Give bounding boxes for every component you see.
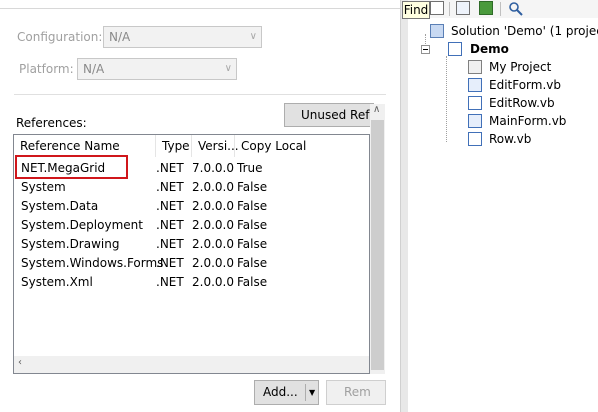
configuration-dropdown[interactable]: N/A ∨ [103, 26, 262, 48]
horizontal-scrollbar[interactable]: ‹ [14, 356, 369, 373]
section-separator [14, 94, 386, 95]
file-label: EditRow.vb [489, 96, 555, 110]
column-header-name[interactable]: Reference Name [14, 135, 156, 157]
reference-version: 7.0.0.0 [192, 161, 234, 175]
reference-copy-local: False [237, 275, 268, 289]
reference-copy-local: False [237, 256, 268, 270]
reference-copy-local: False [237, 237, 268, 251]
platform-dropdown[interactable]: N/A ∨ [77, 58, 237, 80]
reference-type: .NET [156, 218, 184, 232]
table-row[interactable]: System.Deployment .NET 2.0.0.0 False [14, 216, 369, 235]
reference-copy-local: False [237, 180, 268, 194]
table-row[interactable]: System.Windows.Forms .NET 2.0.0.0 False [14, 254, 369, 273]
reference-version: 2.0.0.0 [192, 218, 234, 232]
split-divider [305, 384, 306, 401]
tree-line [446, 56, 448, 142]
table-row[interactable]: System.Xml .NET 2.0.0.0 False [14, 273, 369, 292]
reference-type: .NET [156, 256, 184, 270]
reference-name: System [21, 180, 66, 194]
column-header-version[interactable]: Versi... [192, 135, 239, 157]
reference-type: .NET [156, 275, 184, 289]
tree-expander[interactable] [421, 45, 430, 54]
configuration-value: N/A [109, 30, 131, 44]
reference-version: 2.0.0.0 [192, 237, 234, 251]
column-header-copy-local[interactable]: Copy Local [235, 135, 369, 157]
file-label: Row.vb [489, 132, 532, 146]
vb-file-icon [468, 132, 482, 146]
chevron-down-icon[interactable]: ▼ [309, 381, 315, 404]
reference-name: System.Windows.Forms [21, 256, 164, 270]
reference-type: .NET [156, 237, 184, 251]
project-label: Demo [470, 42, 509, 56]
file-label: EditForm.vb [489, 78, 561, 92]
platform-value: N/A [83, 62, 105, 76]
top-divider [0, 8, 400, 9]
references-list[interactable]: Reference Name Type Versi... Copy Local … [13, 134, 370, 374]
reference-copy-local: False [237, 218, 268, 232]
chevron-up-icon[interactable]: ∧ [373, 104, 380, 115]
unused-references-button[interactable]: Unused Refe [284, 103, 374, 127]
platform-label: Platform: [19, 62, 74, 76]
table-row[interactable]: System.Drawing .NET 2.0.0.0 False [14, 235, 369, 254]
vertical-scrollbar[interactable]: ∧ [370, 104, 385, 374]
reference-name: System.Xml [21, 275, 93, 289]
highlight-box [15, 155, 128, 179]
solution-explorer: Find Solution 'Demo' (1 project) Demo My… [402, 0, 598, 412]
find-icon[interactable] [508, 1, 524, 17]
chevron-down-icon: ∨ [249, 31, 257, 42]
reference-version: 2.0.0.0 [192, 199, 234, 213]
project-properties-panel: Configuration: N/A ∨ Platform: N/A ∨ Unu… [0, 0, 400, 412]
form-file-icon [468, 78, 482, 92]
vb-file-icon [468, 96, 482, 110]
toolbar-divider [449, 2, 450, 16]
reference-type: .NET [156, 199, 184, 213]
reference-copy-local: False [237, 199, 268, 213]
reference-version: 2.0.0.0 [192, 275, 234, 289]
configuration-label: Configuration: [17, 30, 103, 44]
references-label: References: [16, 116, 87, 130]
chevron-down-icon: ∨ [224, 63, 232, 74]
toolbar-divider [500, 2, 501, 16]
table-row[interactable]: System.Data .NET 2.0.0.0 False [14, 197, 369, 216]
reference-type: .NET [156, 161, 184, 175]
reference-version: 2.0.0.0 [192, 180, 234, 194]
form-file-icon [468, 114, 482, 128]
scroll-thumb[interactable] [371, 120, 384, 370]
solution-explorer-toolbar [408, 0, 598, 18]
panel-splitter[interactable] [400, 0, 408, 412]
file-label: MainForm.vb [489, 114, 567, 128]
find-tooltip: Find [402, 1, 430, 19]
chevron-left-icon[interactable]: ‹ [18, 357, 22, 368]
solution-icon [430, 24, 444, 38]
show-all-files-icon[interactable] [456, 1, 470, 15]
my-project-icon [468, 60, 482, 74]
tree-view: Solution 'Demo' (1 project) Demo My Proj… [408, 20, 598, 412]
reference-copy-local: True [237, 161, 263, 175]
reference-version: 2.0.0.0 [192, 256, 234, 270]
refresh-icon[interactable] [479, 1, 493, 15]
add-reference-button[interactable]: Add... ▼ [254, 380, 319, 405]
add-button-label: Add... [263, 385, 298, 399]
reference-name: System.Data [21, 199, 99, 213]
remove-button-label: Rem [344, 385, 371, 399]
properties-icon[interactable] [430, 1, 444, 15]
reference-type: .NET [156, 180, 184, 194]
column-header-type[interactable]: Type [156, 135, 192, 157]
file-label: My Project [489, 60, 552, 74]
table-row[interactable]: System .NET 2.0.0.0 False [14, 178, 369, 197]
reference-name: System.Drawing [21, 237, 120, 251]
remove-reference-button[interactable]: Rem [326, 380, 386, 405]
reference-name: System.Deployment [21, 218, 143, 232]
solution-label: Solution 'Demo' (1 project) [451, 24, 598, 38]
unused-references-label: Unused Refe [301, 108, 374, 122]
vb-project-icon [448, 42, 462, 56]
